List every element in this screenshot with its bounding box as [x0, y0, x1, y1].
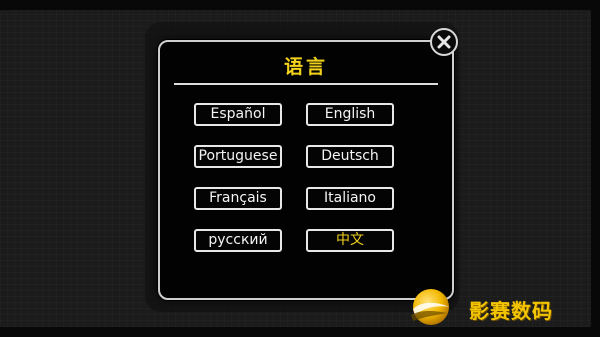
watermark-logo-icon — [411, 289, 449, 325]
close-button[interactable] — [430, 28, 458, 56]
language-option-espanol[interactable]: Español — [194, 103, 282, 126]
language-dialog: 语言 Español English Portuguese Deutsch Fr… — [158, 40, 454, 300]
watermark-text: 影赛数码 — [469, 299, 553, 323]
watermark: 影赛数码 — [397, 283, 597, 333]
language-option-italiano[interactable]: Italiano — [306, 187, 394, 210]
title-divider — [174, 83, 438, 85]
close-x-icon — [437, 35, 451, 49]
language-option-deutsch[interactable]: Deutsch — [306, 145, 394, 168]
language-option-portuguese[interactable]: Portuguese — [194, 145, 282, 168]
language-option-francais[interactable]: Français — [194, 187, 282, 210]
game-screen: 语言 Español English Portuguese Deutsch Fr… — [0, 0, 600, 337]
dialog-title: 语言 — [283, 56, 328, 78]
language-option-english[interactable]: English — [306, 103, 394, 126]
language-option-russian[interactable]: русский — [194, 229, 282, 252]
language-option-chinese[interactable]: 中文 — [306, 229, 394, 252]
